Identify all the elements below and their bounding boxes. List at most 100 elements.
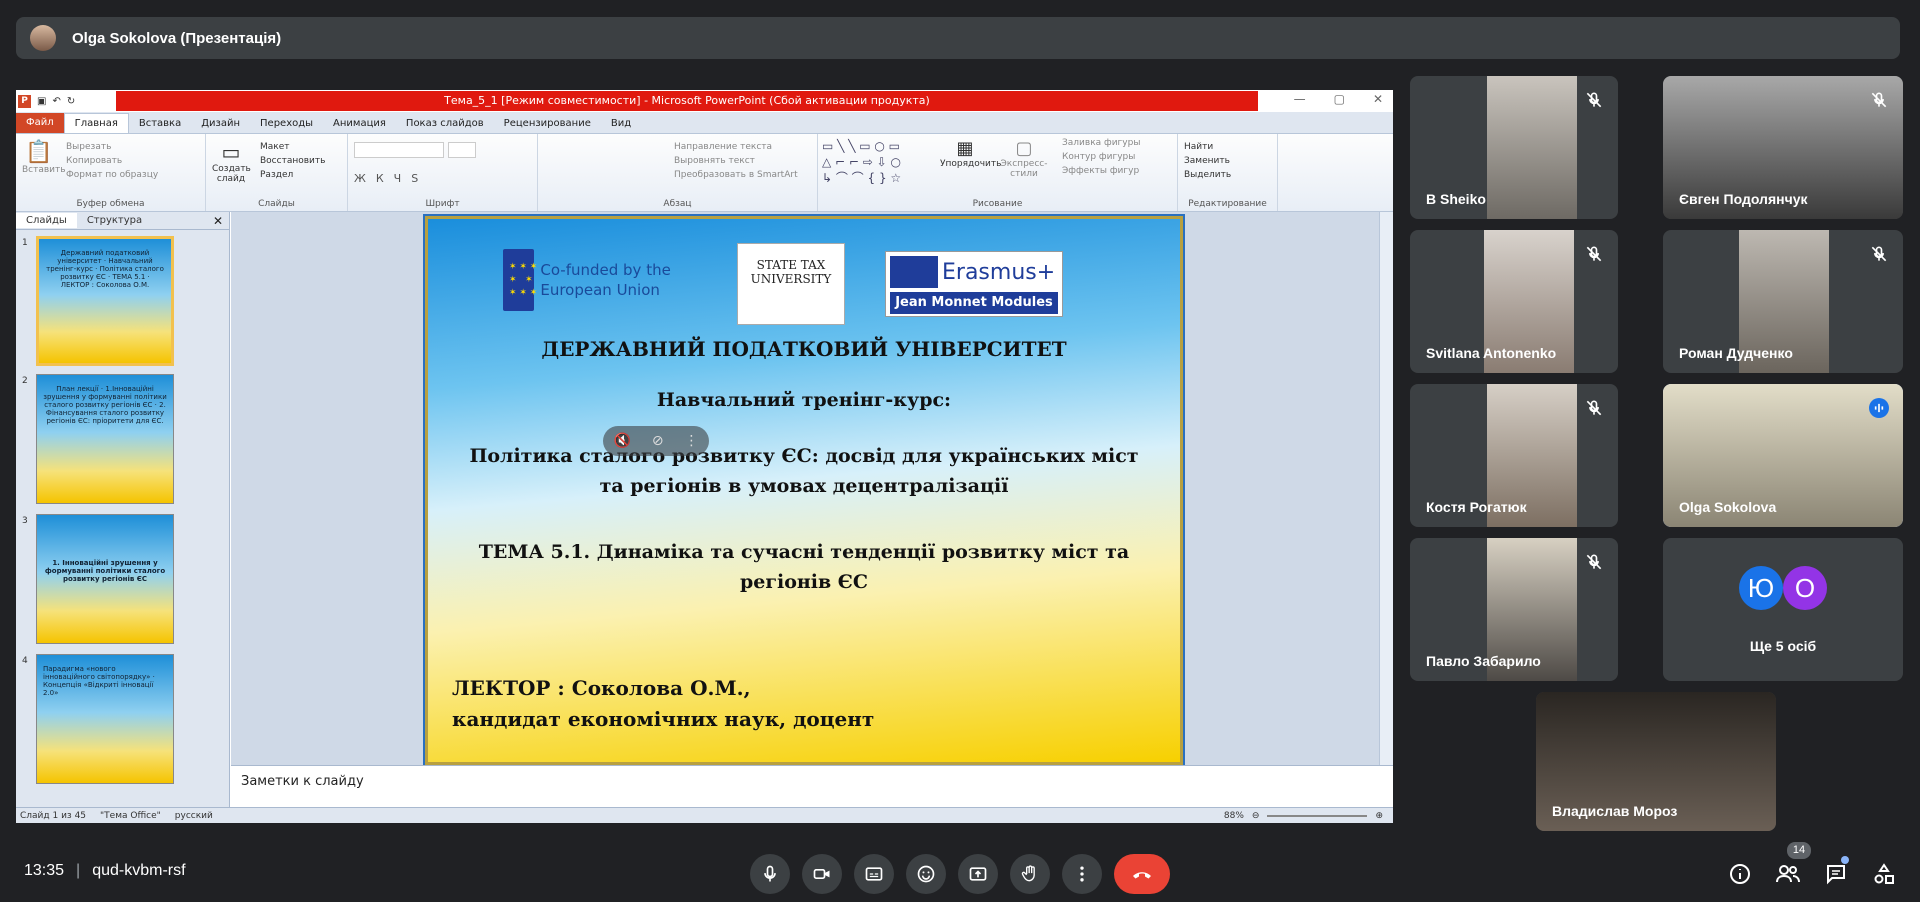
tab-insert[interactable]: Вставка	[129, 114, 191, 133]
present-button[interactable]	[958, 854, 998, 894]
group-label-editing: Редактирование	[1188, 199, 1267, 209]
slide-thumbnail[interactable]: Парадигма «нового інноваційного світопор…	[36, 654, 174, 784]
undo-icon[interactable]: ↶	[52, 96, 60, 107]
panel-close-icon[interactable]: ✕	[213, 214, 223, 228]
participant-tile[interactable]: Євген Подолянчук	[1663, 76, 1903, 219]
notes-pane[interactable]: Заметки к слайду	[231, 765, 1393, 807]
align-text-button[interactable]: Выровнять текст	[674, 156, 811, 166]
slide-workspace: Co-funded by the European Union STATE TA…	[231, 212, 1393, 767]
tab-animation[interactable]: Анимация	[323, 114, 396, 133]
tab-review[interactable]: Рецензирование	[494, 114, 601, 133]
group-slides: ▭ Создать слайд Макет Восстановить Разде…	[206, 134, 348, 211]
clock: 13:35	[24, 862, 65, 879]
participant-tile[interactable]: B Sheiko	[1410, 76, 1618, 219]
camera-button[interactable]	[802, 854, 842, 894]
mic-icon	[764, 865, 776, 882]
styles-label: Экспресс-стили	[1000, 159, 1048, 179]
window-controls: — ▢ ✕	[1294, 92, 1383, 106]
zoom-level[interactable]: 88%	[1224, 811, 1244, 821]
participant-tile[interactable]: Костя Рогатюк	[1410, 384, 1618, 527]
activities-button[interactable]	[1870, 860, 1898, 888]
people-count-badge: 14	[1787, 842, 1811, 859]
copy-button[interactable]: Копировать	[66, 156, 199, 166]
shapes-gallery[interactable]: ▭ ╲ ╲ ▭ ○ ▭ △ ⌐ ⌐ ⇨ ⇩ ○ ↳ ⌒ ⌒ { } ☆	[822, 138, 932, 188]
mute-presentation-icon[interactable]: 🔇	[613, 433, 630, 449]
tab-home[interactable]: Главная	[63, 113, 129, 133]
participant-tile[interactable]: Павло Забарило	[1410, 538, 1618, 681]
tab-file[interactable]: Файл	[16, 113, 64, 133]
redo-icon[interactable]: ↻	[67, 96, 75, 107]
format-painter-button[interactable]: Формат по образцу	[66, 170, 199, 180]
font-format-icons[interactable]: ЖКЧS	[354, 172, 531, 185]
captions-button[interactable]	[854, 854, 894, 894]
participant-name: Владислав Мороз	[1552, 803, 1678, 819]
close-icon[interactable]: ✕	[1373, 92, 1383, 106]
slide-logos: Co-funded by the European Union STATE TA…	[503, 243, 1105, 325]
group-clipboard: 📋 Вставить Вырезать Копировать Формат по…	[16, 134, 206, 211]
tab-design[interactable]: Дизайн	[191, 114, 250, 133]
presenter-label: Olga Sokolova (Презентація)	[72, 29, 282, 47]
find-button[interactable]: Найти	[1184, 142, 1271, 152]
slide-thumbnail[interactable]: План лекції · 1.Інноваційні зрушення у ф…	[36, 374, 174, 504]
more-vert-icon	[1080, 866, 1084, 882]
select-button[interactable]: Выделить	[1184, 170, 1271, 180]
participant-tile-active-speaker[interactable]: Olga Sokolova	[1663, 384, 1903, 527]
font-size-select[interactable]	[448, 142, 476, 158]
self-view-tile[interactable]: Владислав Мороз	[1536, 692, 1776, 831]
meeting-info: 13:35 | qud-kvbm-rsf	[24, 862, 186, 880]
smartart-button[interactable]: Преобразовать в SmartArt	[674, 170, 811, 180]
reset-button[interactable]: Восстановить	[260, 156, 341, 166]
hide-icon[interactable]: ⊘	[652, 433, 664, 449]
others-tile[interactable]: Ю О Ще 5 осіб	[1663, 538, 1903, 681]
slide-thumbnail[interactable]: 1. Інноваційні зрушення у формуванні пол…	[36, 514, 174, 644]
arrange-button[interactable]: ▦ Упорядочить	[940, 138, 1001, 169]
current-slide[interactable]: Co-funded by the European Union STATE TA…	[423, 214, 1185, 767]
info-icon	[1730, 864, 1750, 884]
meeting-details-button[interactable]	[1726, 860, 1754, 888]
new-slide-button[interactable]: ▭ Создать слайд	[212, 140, 251, 184]
shape-effects-button[interactable]: Эффекты фигур	[1062, 166, 1140, 176]
replace-button[interactable]: Заменить	[1184, 156, 1271, 166]
shape-outline-button[interactable]: Контур фигуры	[1062, 152, 1140, 162]
present-screen-icon	[969, 867, 987, 881]
zoom-controls: 88% ⊖ ⊕	[1224, 811, 1383, 821]
captions-icon	[865, 867, 883, 881]
section-button[interactable]: Раздел	[260, 170, 341, 180]
participant-tile[interactable]: Роман Дудченко	[1663, 230, 1903, 373]
leave-call-button[interactable]	[1114, 854, 1170, 894]
reactions-button[interactable]	[906, 854, 946, 894]
raise-hand-button[interactable]	[1010, 854, 1050, 894]
maximize-icon[interactable]: ▢	[1334, 92, 1345, 106]
more-options-button[interactable]	[1062, 854, 1102, 894]
minimize-icon[interactable]: —	[1294, 92, 1306, 106]
chat-icon	[1827, 865, 1845, 885]
tab-transitions[interactable]: Переходы	[250, 114, 323, 133]
zoom-slider[interactable]	[1267, 814, 1368, 817]
tab-outline[interactable]: Структура	[77, 213, 152, 228]
text-direction-button[interactable]: Направление текста	[674, 142, 811, 152]
vertical-scrollbar[interactable]	[1379, 212, 1393, 765]
layout-button[interactable]: Макет	[260, 142, 341, 152]
paste-button[interactable]: 📋 Вставить	[22, 140, 66, 190]
zoom-out-icon[interactable]: ⊖	[1252, 811, 1260, 821]
people-button[interactable]	[1774, 860, 1802, 888]
tab-view[interactable]: Вид	[601, 114, 641, 133]
save-icon[interactable]: ▣	[37, 96, 46, 107]
shape-fill-button[interactable]: Заливка фигуры	[1062, 138, 1140, 148]
chat-button[interactable]	[1822, 860, 1850, 888]
mic-button[interactable]	[750, 854, 790, 894]
more-options-icon[interactable]: ⋮	[685, 433, 699, 449]
quick-access-toolbar: P ▣ ↶ ↻	[16, 94, 116, 108]
tab-slideshow[interactable]: Показ слайдов	[396, 114, 494, 133]
ppt-titlebar: P ▣ ↶ ↻ Тема_5_1 [Режим совместимости] -…	[16, 90, 1393, 112]
font-family-select[interactable]	[354, 142, 444, 158]
quick-styles-button[interactable]: ▢ Экспресс-стили	[994, 138, 1054, 179]
powerpoint-icon: P	[18, 94, 31, 108]
tab-slides[interactable]: Слайды	[16, 213, 77, 228]
zoom-in-icon[interactable]: ⊕	[1375, 811, 1383, 821]
participant-name: Євген Подолянчук	[1679, 191, 1808, 207]
cut-button[interactable]: Вырезать	[66, 142, 199, 152]
people-icon	[1776, 865, 1800, 883]
participant-tile[interactable]: Svitlana Antonenko	[1410, 230, 1618, 373]
slide-thumbnail[interactable]: Державний податковий університет · Навча…	[36, 236, 174, 366]
